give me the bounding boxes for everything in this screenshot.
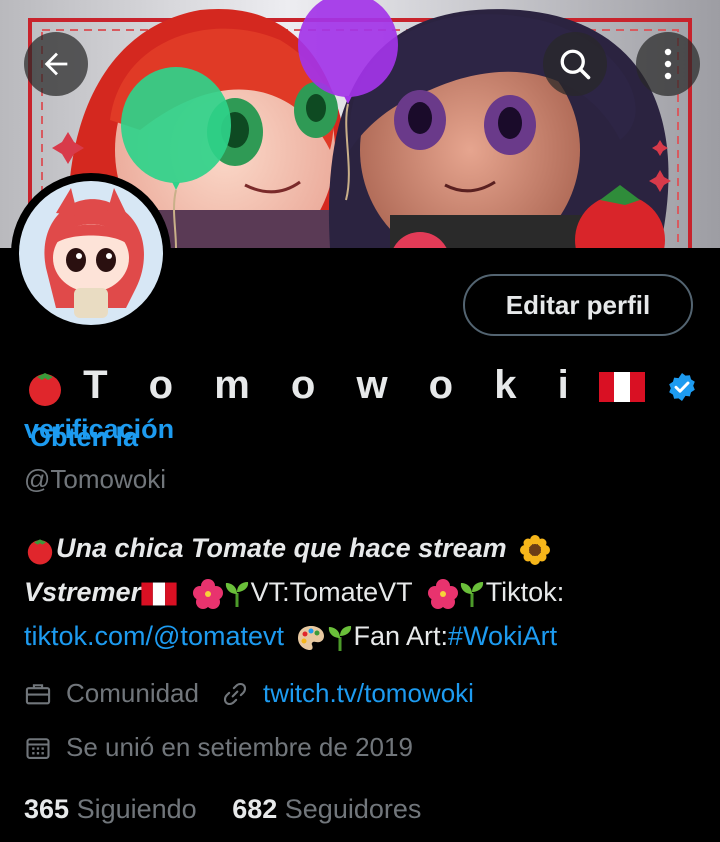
search-button[interactable] <box>543 32 607 96</box>
palette-emoji-icon <box>297 625 324 650</box>
seedling-emoji-icon <box>328 625 351 651</box>
sunflower-emoji-icon <box>520 534 551 565</box>
profile-category: Comunidad <box>66 678 199 708</box>
followers-count: 682 <box>232 794 278 824</box>
calendar-icon <box>26 737 50 759</box>
following-count: 365 <box>24 794 70 824</box>
seedling-emoji-icon <box>225 581 248 607</box>
search-icon <box>560 49 591 80</box>
avatar-image <box>19 181 163 325</box>
seedling-emoji-icon <box>460 581 483 607</box>
hibiscus-emoji-icon <box>427 578 458 609</box>
bio-vstremer: Vstremer <box>24 577 142 607</box>
more-vertical-icon <box>664 48 672 80</box>
bio-vt: VT:TomateVT <box>250 577 413 607</box>
tomato-emoji-icon <box>29 373 61 407</box>
link-icon <box>223 682 247 705</box>
profile-name-row: T o m o w o k i Obtén la <box>24 360 704 462</box>
bio-line-2: Vstremer VT:TomateVT Tiktok: <box>24 570 704 614</box>
verified-badge-icon[interactable] <box>666 371 698 403</box>
profile-handle: @Tomowoki <box>24 464 166 494</box>
bio-line-1: Una chica Tomate que hace stream <box>24 526 704 570</box>
peru-flag-icon <box>141 582 177 606</box>
join-date: Se unió en setiembre de 2019 <box>66 732 413 762</box>
more-button[interactable] <box>636 32 700 96</box>
peru-flag-icon <box>598 372 645 403</box>
display-name: T o m o w o k i <box>83 363 584 407</box>
fanart-hashtag-link[interactable]: #WokiArt <box>448 621 557 651</box>
following-label: Siguiendo <box>76 794 197 824</box>
followers-label: Seguidores <box>284 794 422 824</box>
back-button[interactable] <box>24 32 88 96</box>
following-stat[interactable]: 365 Siguiendo <box>24 794 197 824</box>
bio-tiktok-label: Tiktok: <box>485 577 565 607</box>
tiktok-link[interactable]: tiktok.com/@tomatevt <box>24 621 284 651</box>
tomato-emoji-icon <box>27 539 53 565</box>
profile-bio: Una chica Tomate que hace stream Vstreme… <box>24 526 704 658</box>
followers-stat[interactable]: 682 Seguidores <box>232 794 421 824</box>
hibiscus-emoji-icon <box>192 578 223 609</box>
bio-tagline: Una chica Tomate que hace stream <box>56 533 507 563</box>
join-date-row: Se unió en setiembre de 2019 <box>24 732 413 763</box>
avatar[interactable] <box>16 178 166 328</box>
arrow-left-icon <box>44 52 68 76</box>
bio-line-3: tiktok.com/@tomatevt Fan Art:#WokiArt <box>24 614 704 658</box>
follow-stats: 365 Siguiendo 682 Seguidores <box>24 794 421 825</box>
briefcase-icon <box>25 683 51 704</box>
bio-fanart-label: Fan Art: <box>353 621 449 651</box>
edit-profile-button[interactable]: Editar perfil <box>463 274 693 336</box>
profile-meta-row: Comunidad twitch.tv/tomowoki <box>24 678 474 709</box>
get-verified-link-line2[interactable]: verificación <box>24 414 174 445</box>
website-link[interactable]: twitch.tv/tomowoki <box>263 678 474 709</box>
